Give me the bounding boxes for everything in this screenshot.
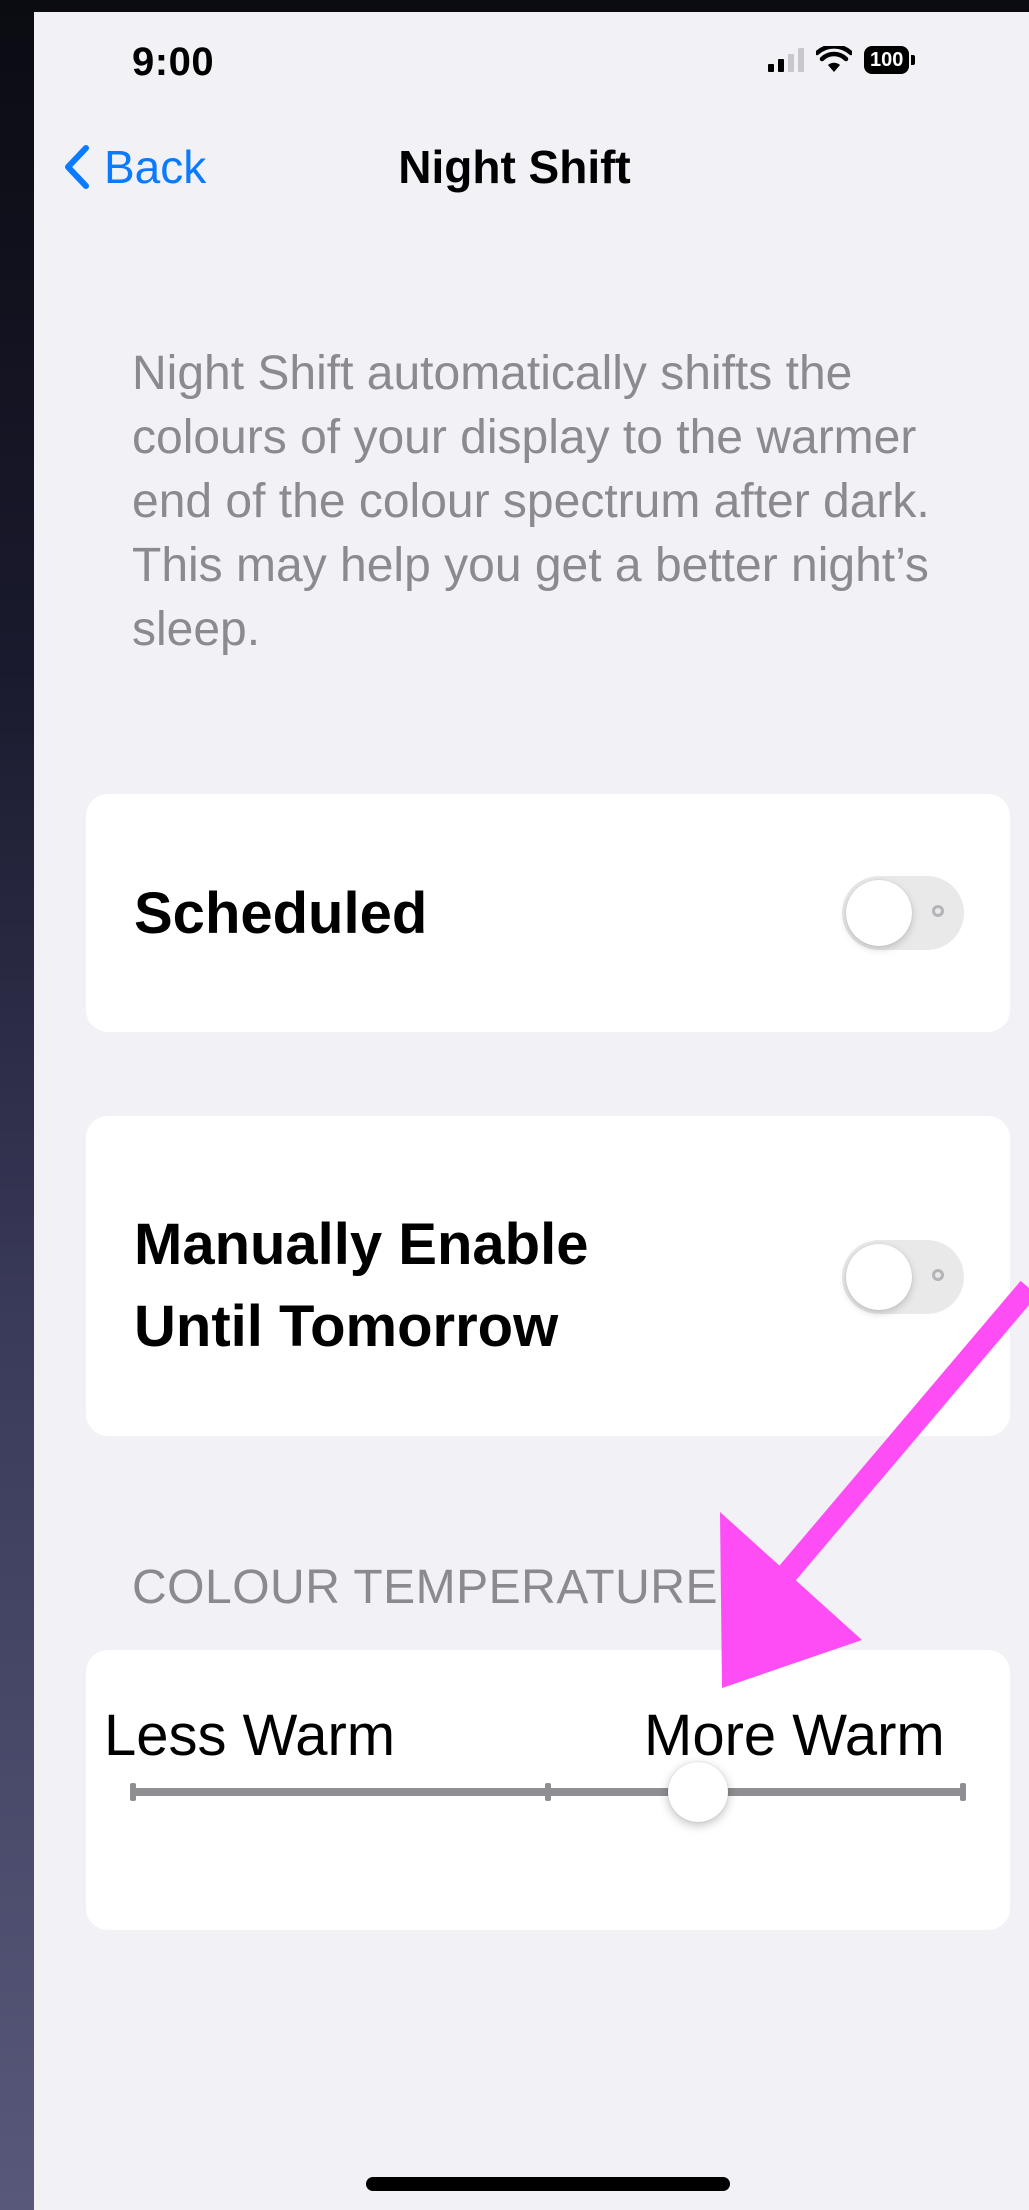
scheduled-label: Scheduled <box>134 881 428 946</box>
slider-tick-start <box>130 1783 136 1801</box>
scheduled-toggle[interactable] <box>842 876 964 950</box>
wifi-icon <box>816 46 852 72</box>
status-time: 9:00 <box>132 40 215 84</box>
battery-icon: 100 <box>864 46 916 74</box>
colour-temperature-slider[interactable] <box>130 1762 966 1822</box>
slider-tick-end <box>960 1783 966 1801</box>
manual-enable-row: Manually Enable Until Tomorrow <box>86 1116 1010 1436</box>
less-warm-label: Less Warm <box>104 1703 396 1768</box>
night-shift-description: Night Shift automatically shifts the col… <box>132 347 930 656</box>
device-bezel <box>0 0 34 2210</box>
page-title: Night Shift <box>398 141 631 193</box>
manual-enable-label: Manually Enable Until Tomorrow <box>134 1212 589 1359</box>
slider-tick-middle <box>545 1783 551 1801</box>
home-indicator <box>366 2177 730 2191</box>
scheduled-row: Scheduled <box>86 794 1010 1032</box>
cellular-signal-icon <box>768 48 804 72</box>
more-warm-label: More Warm <box>644 1703 945 1768</box>
status-icons: 100 <box>768 46 916 74</box>
slider-thumb[interactable] <box>667 1762 728 1822</box>
device-bezel-top <box>0 0 1029 12</box>
battery-level: 100 <box>870 49 904 71</box>
manual-enable-toggle[interactable] <box>842 1240 964 1314</box>
colour-temperature-header: COLOUR TEMPERATURE <box>132 1561 718 1614</box>
